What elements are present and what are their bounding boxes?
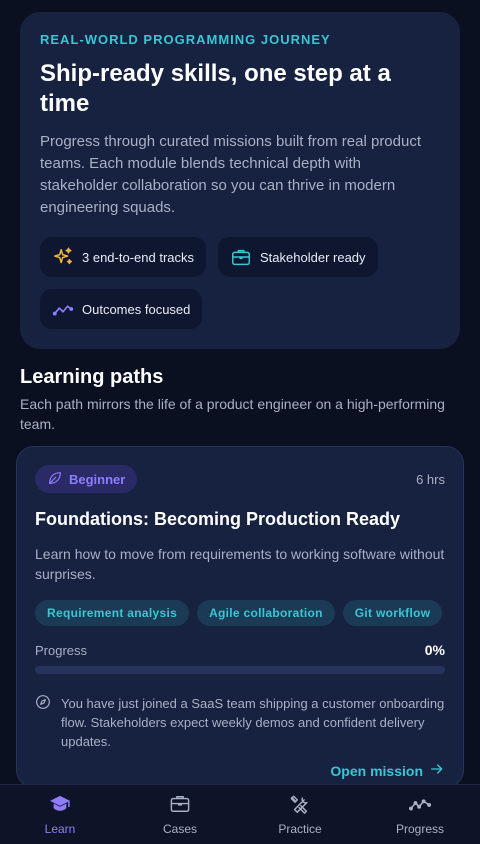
trend-line-icon [408,794,432,817]
trend-line-icon [52,298,74,320]
chip-label: Stakeholder ready [260,249,366,265]
nav-label: Cases [162,822,197,836]
briefcase-icon [230,246,252,268]
chip-label: 3 end-to-end tracks [82,249,195,265]
progress-bar [35,666,445,674]
graduation-cap-icon [49,794,71,817]
level-label: Beginner [69,471,126,487]
nav-label: Practice [278,822,322,836]
progress-row: Progress 0% [35,642,445,658]
skill-tag: Git workflow [342,600,443,626]
path-card-header: Beginner 6 hrs [35,465,445,493]
leaf-icon [47,470,63,489]
chip-tracks: 3 end-to-end tracks [40,237,207,277]
hero-eyebrow: REAL-WORLD PROGRAMMING JOURNEY [40,32,331,47]
chip-label: Outcomes focused [82,301,191,317]
open-mission-label: Open mission [330,762,423,779]
skill-tag: Agile collaboration [197,600,335,626]
skill-tag: Requirement analysis [35,600,190,626]
hero-title: Ship-ready skills, one step at a time [40,60,391,117]
path-description: Learn how to move from requirements to w… [35,546,445,582]
chip-stakeholder: Stakeholder ready [218,237,378,277]
path-title: Foundations: Becoming Production Ready [35,509,401,529]
progress-value: 0% [424,642,445,658]
compass-icon [35,694,51,751]
nav-item-practice[interactable]: Practice [240,785,360,844]
open-mission-button[interactable]: Open mission [330,761,445,780]
bottom-nav: Learn Cases Practice Progress [0,784,480,844]
level-badge: Beginner [35,465,138,493]
nav-label: Progress [395,822,445,836]
learning-paths-subtitle: Each path mirrors the life of a product … [20,396,445,432]
path-card[interactable]: Beginner 6 hrs Foundations: Becoming Pro… [16,446,464,788]
nav-item-progress[interactable]: Progress [360,785,480,844]
sparkles-icon [52,246,74,268]
tools-icon [289,794,311,817]
nav-label: Learn [44,822,76,836]
hero-chips: 3 end-to-end tracks Stakeholder ready Ou… [40,237,440,329]
chip-outcomes: Outcomes focused [40,289,203,329]
progress-label: Progress [35,642,88,658]
briefcase-icon [169,794,191,817]
cta-row: Open mission [35,761,445,780]
skill-tags: Requirement analysis Agile collaboration… [35,600,445,626]
nav-item-learn[interactable]: Learn [0,785,120,844]
arrow-right-icon [429,761,445,780]
hero-description: Progress through curated missions built … [40,133,422,216]
app-screen: REAL-WORLD PROGRAMMING JOURNEY Ship-read… [0,0,480,844]
scenario-text: You have just joined a SaaS team shippin… [61,696,445,749]
learning-paths-title: Learning paths [20,366,164,388]
nav-item-cases[interactable]: Cases [120,785,240,844]
hero-card: REAL-WORLD PROGRAMMING JOURNEY Ship-read… [20,12,460,349]
scenario: You have just joined a SaaS team shippin… [35,694,445,751]
duration-label: 6 hrs [416,471,445,487]
